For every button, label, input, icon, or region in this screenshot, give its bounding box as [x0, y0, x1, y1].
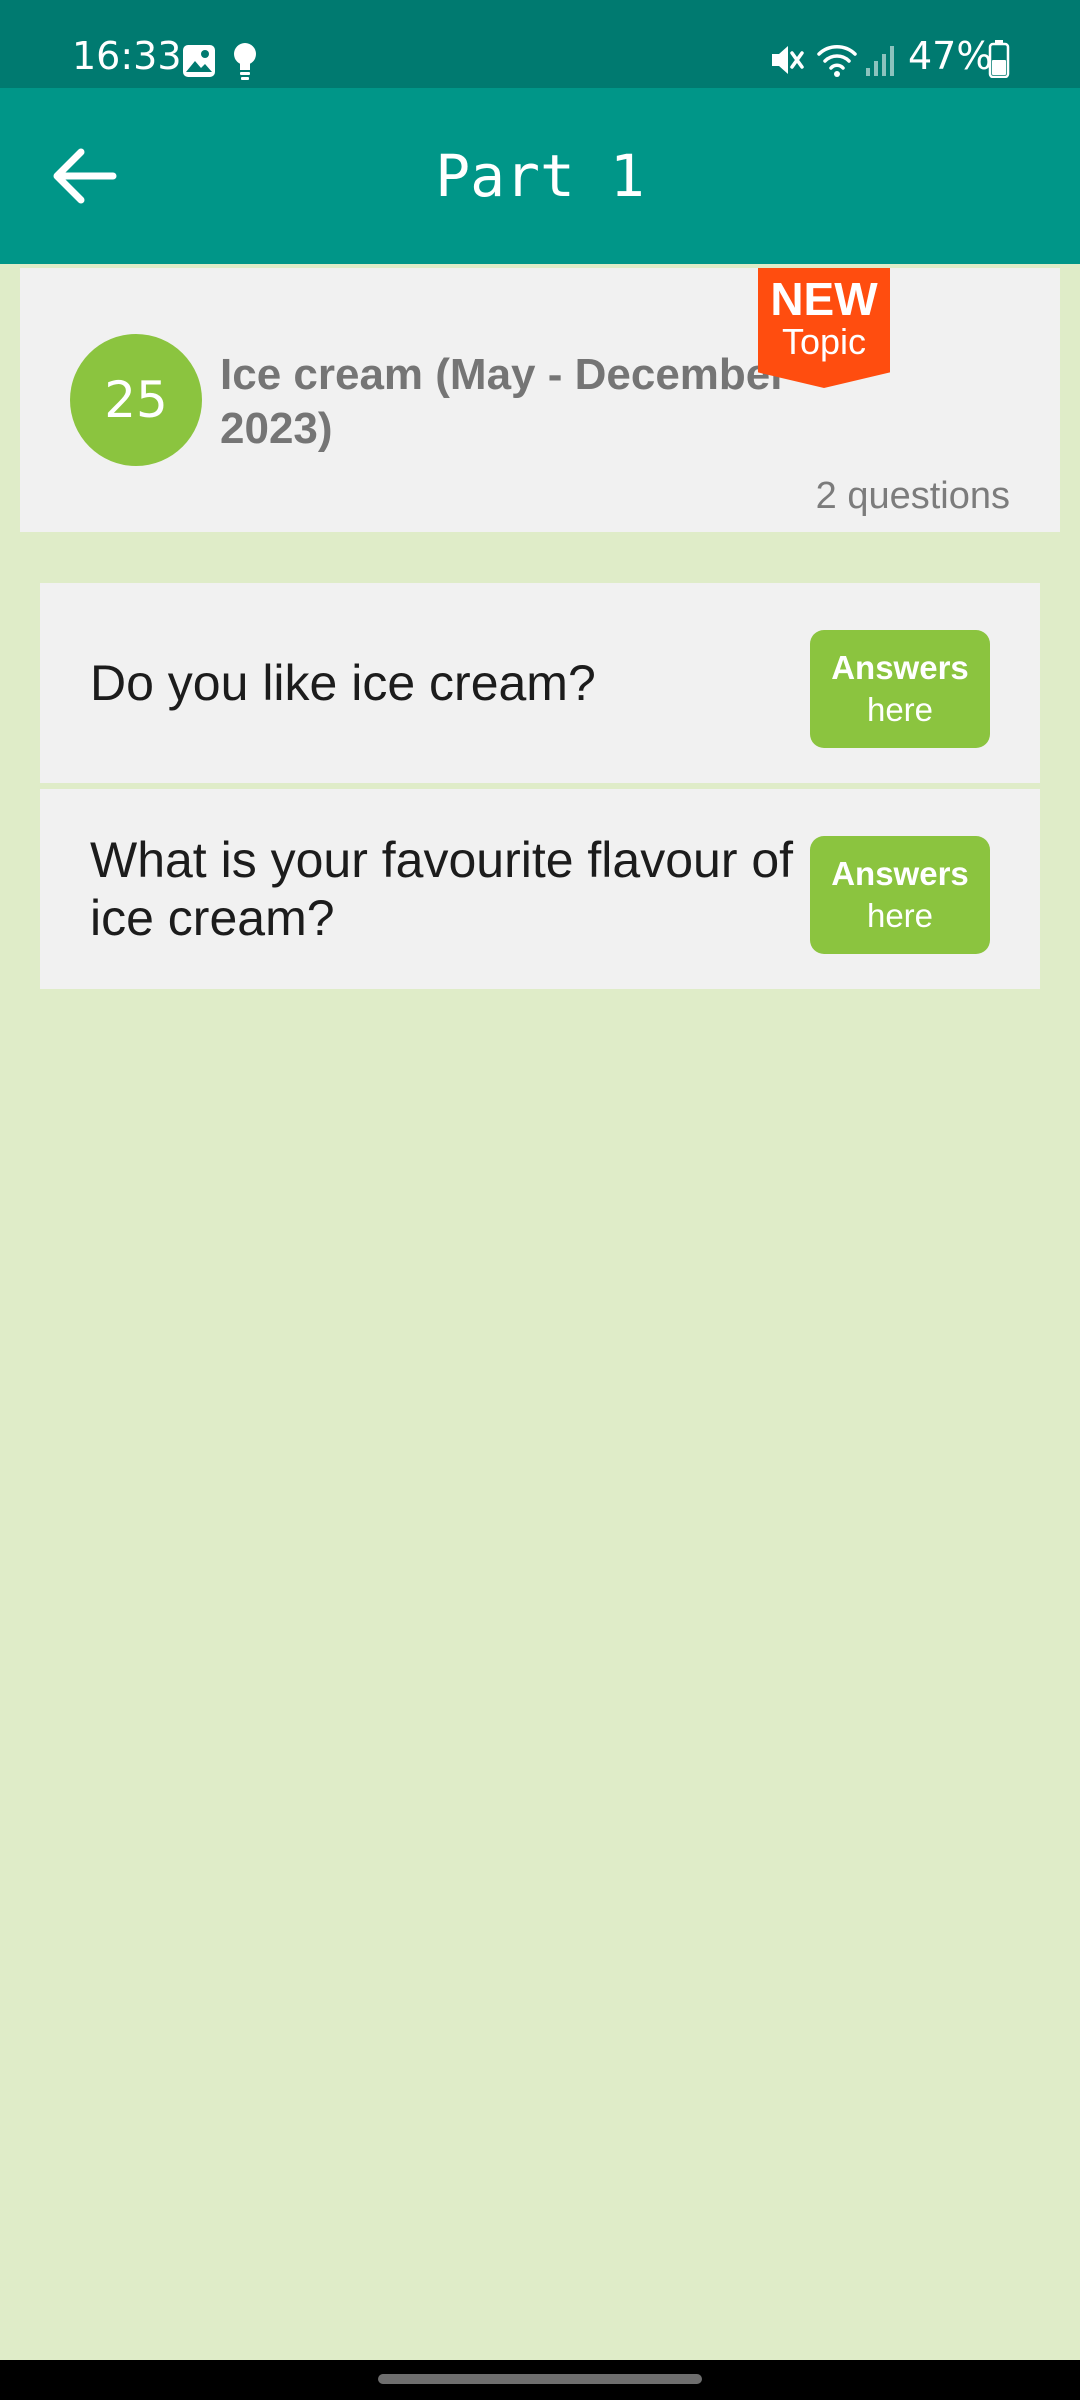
home-gesture-handle[interactable]: [378, 2374, 702, 2384]
answers-button-sublabel: here: [866, 897, 934, 934]
topic-title: Ice cream (May - December 2023): [220, 350, 788, 453]
app-bar: Part 1: [0, 88, 1080, 264]
list-item[interactable]: What is your favourite flavour of ice cr…: [40, 789, 1040, 989]
status-time: 16:33: [72, 34, 182, 78]
bulb-icon: [234, 43, 256, 80]
wifi-icon: [817, 45, 857, 77]
status-bar: 16:33 47%: [0, 0, 1080, 88]
answers-button[interactable]: Answers here: [810, 836, 990, 954]
question-count: 2 questions: [815, 475, 1010, 517]
page-title: Part 1: [435, 142, 645, 210]
answers-button[interactable]: Answers here: [810, 630, 990, 748]
battery-percentage: 47%: [908, 34, 993, 78]
navigation-bar: [0, 2360, 1080, 2400]
new-badge-label: NEW: [770, 273, 878, 325]
topic-number-badge: 25: [70, 334, 202, 466]
answers-button-sublabel: here: [866, 691, 934, 728]
topic-badge-label: Topic: [781, 321, 867, 362]
signal-icon: [866, 46, 894, 76]
battery-icon: [988, 40, 1010, 78]
answers-button-label: Answers: [831, 649, 969, 686]
question-text: What is your favourite flavour of ice cr…: [90, 832, 794, 946]
new-topic-badge: NEW Topic: [758, 268, 890, 388]
question-list: Do you like ice cream? Answers here What…: [40, 583, 1040, 995]
list-item[interactable]: Do you like ice cream? Answers here: [40, 583, 1040, 783]
gallery-icon: [183, 45, 215, 77]
topic-card: 25 Ice cream (May - December 2023) NEW T…: [20, 268, 1060, 532]
answers-button-label: Answers: [831, 855, 969, 892]
mute-icon: [772, 46, 804, 74]
question-text: Do you like ice cream?: [90, 655, 596, 711]
